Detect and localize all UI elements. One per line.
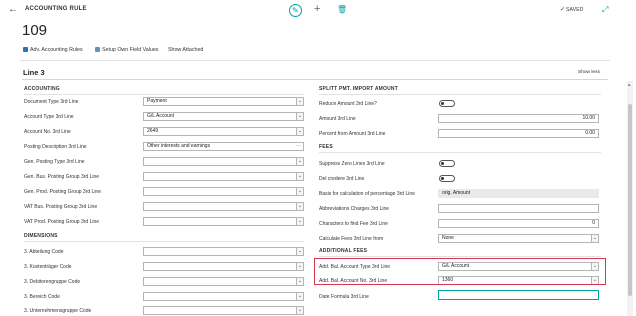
field-label: Gen. Posting Type 3rd Line <box>24 159 85 165</box>
field-label: Calculate Fees 3rd Line from <box>319 236 384 242</box>
show-less-link[interactable]: Show less <box>578 70 600 75</box>
field-label: Gen. Bus. Posting Group 3rd Line <box>24 174 100 180</box>
chevron-down-icon: ⌄ <box>296 307 303 314</box>
amount-input[interactable]: 10.00 <box>438 114 599 123</box>
posting-description-input[interactable]: Other interests and earnings ··· <box>143 142 304 151</box>
field-label: Suppress Zero Lines 3rd Line <box>319 161 385 167</box>
top-bar: ← ACCOUNTING RULE ✎ + 🗑 ✓ SAVED ⤢ <box>0 0 636 20</box>
reduce-amount-toggle[interactable] <box>439 100 455 107</box>
new-plus-icon[interactable]: + <box>314 4 320 15</box>
group-underline <box>319 256 601 257</box>
divider <box>20 60 610 61</box>
gen-bus-posting-group-select[interactable]: ⌄ <box>143 172 304 181</box>
bereich-code-select[interactable]: ⌄ <box>143 292 304 301</box>
vat-prod-posting-group-select[interactable]: ⌄ <box>143 217 304 226</box>
chevron-down-icon: ⌄ <box>296 263 303 270</box>
chevron-down-icon: ⌄ <box>296 293 303 300</box>
chevron-down-icon: ⌄ <box>296 113 303 120</box>
group-underline <box>24 241 304 242</box>
collapse-arrows-icon[interactable]: ⤢ <box>602 5 608 15</box>
highlight-box <box>314 258 606 285</box>
gen-posting-type-select[interactable]: ⌄ <box>143 157 304 166</box>
group-fees: FEES <box>319 144 333 150</box>
unternehmensgruppe-code-select[interactable]: ⌄ <box>143 306 304 315</box>
field-label: 3. Abteilung Code <box>24 249 64 255</box>
adv-accounting-rules-button[interactable]: Adv. Accounting Rules <box>23 47 83 53</box>
setup-own-field-values-button[interactable]: Setup Own Field Values <box>95 47 158 53</box>
characters-find-fee-input[interactable]: 0 <box>438 219 599 228</box>
field-label: VAT Bus. Posting Group 3rd Line <box>24 204 98 210</box>
debitorengruppe-code-select[interactable]: ⌄ <box>143 277 304 286</box>
field-label: VAT Prod. Posting Group 3rd Line <box>24 219 100 225</box>
chevron-down-icon: ⌄ <box>296 248 303 255</box>
chevron-down-icon: ⌄ <box>296 218 303 225</box>
saved-status: SAVED <box>566 7 584 13</box>
chevron-down-icon: ⌄ <box>296 188 303 195</box>
percent-input[interactable]: 0.00 <box>438 129 599 138</box>
field-label: 3. Unternehmensgruppe Code <box>24 308 92 314</box>
field-label: Account Type 3rd Line <box>24 114 74 120</box>
page-title: 109 <box>22 22 48 39</box>
delete-trash-icon[interactable]: 🗑 <box>337 5 347 14</box>
section-title[interactable]: Line 3 <box>23 68 45 77</box>
basis-calculation-field: orig. Amount <box>438 189 599 198</box>
kostentraeger-code-select[interactable]: ⌄ <box>143 262 304 271</box>
field-label: Percent from Amount 3rd Line <box>319 131 386 137</box>
del-credere-toggle[interactable] <box>439 175 455 182</box>
back-arrow-icon[interactable]: ← <box>8 5 18 15</box>
scrollbar-thumb[interactable] <box>628 104 632 296</box>
scroll-up-icon[interactable]: ▴ <box>628 83 631 88</box>
group-dimensions: DIMENSIONS <box>24 233 58 239</box>
setup-icon <box>95 47 100 52</box>
field-label: Account No. 3rd Line <box>24 129 71 135</box>
chevron-down-icon: ⌄ <box>296 128 303 135</box>
field-label: 3. Bereich Code <box>24 294 60 300</box>
chevron-down-icon: ⌄ <box>296 173 303 180</box>
accounting-rules-icon <box>23 47 28 52</box>
vat-bus-posting-group-select[interactable]: ⌄ <box>143 202 304 211</box>
field-label: Date Formula 3rd Line <box>319 294 369 300</box>
field-label: Del credere 3rd Line <box>319 176 365 182</box>
page-caption: ACCOUNTING RULE <box>25 6 87 12</box>
gen-prod-posting-group-select[interactable]: ⌄ <box>143 187 304 196</box>
field-label: Characters to find Fee 3rd Line <box>319 221 388 227</box>
group-underline <box>24 94 304 95</box>
field-label: Gen. Prod. Posting Group 3rd Line <box>24 189 101 195</box>
chevron-down-icon: ⌄ <box>296 278 303 285</box>
suppress-zero-lines-toggle[interactable] <box>439 160 455 167</box>
calculate-fees-from-select[interactable]: None ⌄ <box>438 234 599 243</box>
group-accounting: ACCOUNTING <box>24 86 60 92</box>
document-type-select[interactable]: Payment ⌄ <box>143 97 304 106</box>
show-attached-button[interactable]: Show Attached <box>168 47 203 53</box>
group-additional-fees: ADDITIONAL FEES <box>319 248 368 254</box>
field-label: Posting Description 3rd Line <box>24 144 87 150</box>
account-type-select[interactable]: G/L Account ⌄ <box>143 112 304 121</box>
field-label: 3. Kostenträger Code <box>24 264 72 270</box>
field-label: Reduce Amount 3rd Line? <box>319 101 377 107</box>
field-label: Basis for calculation of percentage 3rd … <box>319 191 415 197</box>
field-label: Amount 3rd Line <box>319 116 356 122</box>
group-underline <box>319 94 601 95</box>
group-underline <box>319 152 601 153</box>
field-label: 3. Debitorengruppe Code <box>24 279 81 285</box>
chevron-down-icon: ⌄ <box>296 98 303 105</box>
saved-check-icon: ✓ <box>560 7 566 13</box>
more-dots-icon[interactable]: ··· <box>296 143 301 149</box>
edit-pencil-icon[interactable]: ✎ <box>289 4 302 17</box>
abteilung-code-select[interactable]: ⌄ <box>143 247 304 256</box>
field-label: Abbreviations Charges 3rd Line <box>319 206 390 212</box>
group-split-pmt: SPLITT PMT. IMPORT AMOUNT <box>319 86 398 92</box>
chevron-down-icon: ⌄ <box>591 235 598 242</box>
date-formula-input[interactable] <box>438 290 599 300</box>
chevron-down-icon: ⌄ <box>296 158 303 165</box>
chevron-down-icon: ⌄ <box>296 203 303 210</box>
abbreviations-charges-input[interactable] <box>438 204 599 213</box>
field-label: Document Type 3rd Line <box>24 99 79 105</box>
section-divider <box>22 79 608 80</box>
account-no-select[interactable]: 2649 ⌄ <box>143 127 304 136</box>
